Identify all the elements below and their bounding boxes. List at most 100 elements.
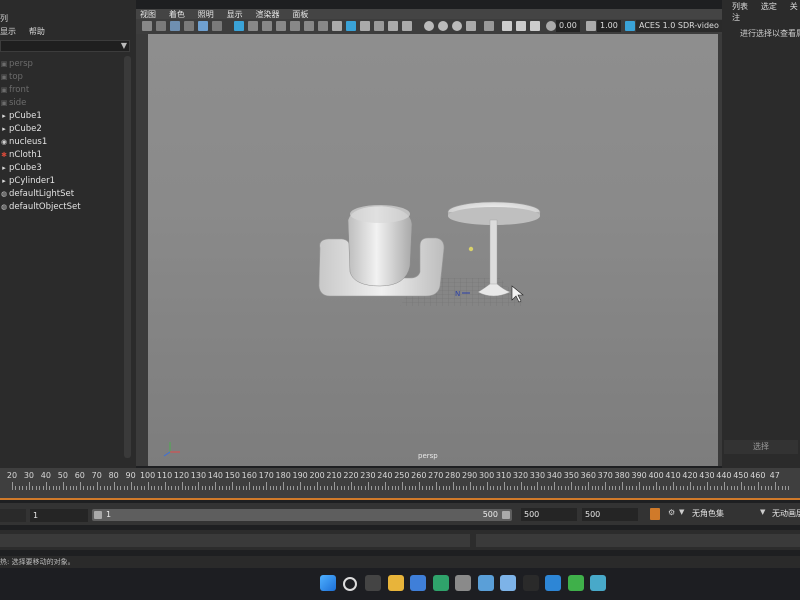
animation-layer-dropdown[interactable]: 无动画层: [772, 508, 800, 519]
time-slider[interactable]: 20 30 40 50 60 70 80 90 100 110 120 130 140 150 160 170…: [0, 468, 800, 498]
viewport-frame-left: [136, 34, 148, 466]
settings-icon[interactable]: [455, 575, 471, 591]
menu-lighting[interactable]: 照明: [198, 10, 214, 19]
ambient-occlusion-icon[interactable]: [424, 21, 434, 31]
range-start-field[interactable]: 1: [30, 509, 88, 522]
xray-joints-icon[interactable]: [516, 21, 526, 31]
menu-renderer[interactable]: 渲染器: [256, 10, 280, 19]
outliner-item[interactable]: ▣ front: [0, 84, 130, 97]
tab-selected[interactable]: 选定: [761, 2, 777, 11]
timeline-tick-mark: [727, 486, 729, 490]
chevron-down-icon[interactable]: ▼: [121, 41, 127, 50]
resolution-gate-icon[interactable]: [262, 21, 272, 31]
shadows-icon[interactable]: [402, 21, 412, 31]
backface-culling-icon[interactable]: [530, 21, 540, 31]
chevron-down-icon[interactable]: ▼: [679, 508, 684, 516]
2d-pan-zoom-icon[interactable]: [212, 21, 222, 31]
exposure-field[interactable]: 0.00: [556, 20, 580, 32]
outliner-item[interactable]: ▣ persp: [0, 58, 130, 71]
timeline-tick-mark: [513, 486, 515, 490]
menu-help[interactable]: 帮助: [29, 27, 45, 36]
character-set-dropdown[interactable]: 无角色集: [692, 508, 724, 519]
bookmark-icon[interactable]: [170, 21, 180, 31]
menu-panels[interactable]: 面板: [292, 10, 308, 19]
safe-action-icon[interactable]: [304, 21, 314, 31]
menu-view[interactable]: 视图: [140, 10, 156, 19]
manipulator-label: N: [455, 290, 460, 298]
range-handle-right[interactable]: [502, 511, 510, 519]
app-icon[interactable]: [522, 575, 539, 591]
anti-aliasing-icon[interactable]: [452, 21, 462, 31]
character-set-icon[interactable]: ⚙: [668, 508, 675, 517]
wireframe-icon[interactable]: [332, 21, 342, 31]
view-transform-dropdown[interactable]: ACES 1.0 SDR-video (sl: [636, 20, 726, 32]
film-gate-icon[interactable]: [248, 21, 258, 31]
outliner-item[interactable]: ▸ pCube1: [0, 110, 130, 123]
isolate-select-icon[interactable]: [484, 21, 494, 31]
timeline-tick-label: 350: [563, 471, 579, 480]
file-explorer-icon[interactable]: [387, 575, 404, 591]
store-icon[interactable]: [410, 575, 426, 591]
image-plane-icon[interactable]: [184, 21, 194, 31]
range-slider-track[interactable]: 1 500: [92, 509, 512, 521]
grid-icon[interactable]: [234, 21, 244, 31]
camera-attributes-icon[interactable]: [156, 21, 166, 31]
select-button[interactable]: 选择: [724, 440, 798, 454]
tab-list[interactable]: 列表: [732, 2, 748, 11]
wireframe-on-shaded-icon[interactable]: [360, 21, 370, 31]
command-input[interactable]: [0, 534, 470, 547]
auto-key-icon[interactable]: [650, 508, 660, 520]
menu-show[interactable]: 显示: [227, 10, 243, 19]
menu-display[interactable]: 显示: [0, 27, 16, 36]
playback-start-field[interactable]: [0, 509, 26, 522]
timeline-tick-mark: [493, 486, 495, 490]
gamma-field[interactable]: 1.00: [597, 20, 621, 32]
timeline-tick-mark: [479, 486, 481, 490]
maya-icon[interactable]: [590, 575, 606, 591]
outliner-item[interactable]: ▸ pCube2: [0, 123, 130, 136]
wechat-icon[interactable]: [567, 575, 584, 591]
range-handle-left[interactable]: [94, 511, 102, 519]
outliner-item[interactable]: ✱ nCloth1: [0, 149, 130, 162]
task-view-icon[interactable]: [365, 575, 381, 591]
depth-of-field-icon[interactable]: [466, 21, 476, 31]
outliner-scrollbar[interactable]: [124, 56, 131, 458]
outliner-item[interactable]: ▣ top: [0, 71, 130, 84]
3d-viewport[interactable]: N: [148, 34, 718, 466]
outliner-item[interactable]: ◉ nucleus1: [0, 136, 130, 149]
timeline-tick-mark: [649, 486, 651, 490]
photos-icon[interactable]: [477, 575, 494, 591]
pen-icon[interactable]: [545, 575, 561, 591]
motion-blur-icon[interactable]: [438, 21, 448, 31]
xray-icon[interactable]: [502, 21, 512, 31]
exposure-icon[interactable]: [546, 21, 556, 31]
cloud-icon[interactable]: [500, 575, 516, 591]
field-chart-icon[interactable]: [290, 21, 300, 31]
menu-shading[interactable]: 着色: [169, 10, 185, 19]
grease-pencil-icon[interactable]: [198, 21, 208, 31]
windows-start-icon[interactable]: [320, 575, 336, 591]
outliner-item[interactable]: ▣ side: [0, 97, 130, 110]
outliner-item[interactable]: ◍ defaultLightSet: [0, 188, 130, 201]
outliner-search-input[interactable]: ▼: [0, 40, 130, 52]
safe-title-icon[interactable]: [318, 21, 328, 31]
chevron-down-icon[interactable]: ▼: [760, 508, 765, 516]
outliner-item[interactable]: ▸ pCylinder1: [0, 175, 130, 188]
outliner-item[interactable]: ▸ pCube3: [0, 162, 130, 175]
range-end-field[interactable]: 500: [521, 508, 577, 521]
lights-icon[interactable]: [388, 21, 398, 31]
timeline-tick-mark: [127, 486, 129, 490]
search-icon[interactable]: [342, 577, 357, 591]
outliner-item[interactable]: ◍ defaultObjectSet: [0, 201, 130, 214]
edge-icon[interactable]: [432, 575, 449, 591]
animation-end-field[interactable]: 500: [582, 508, 638, 521]
gamma-icon[interactable]: [586, 21, 596, 31]
timeline-tick-mark: [767, 486, 769, 490]
camera-icon[interactable]: [142, 21, 152, 31]
timeline-tick-label: 210: [326, 471, 342, 480]
textured-icon[interactable]: [374, 21, 384, 31]
gate-mask-icon[interactable]: [276, 21, 286, 31]
color-management-icon[interactable]: [625, 21, 635, 31]
smooth-shade-icon[interactable]: [346, 21, 356, 31]
channel-box-panel: 列表 选定 关注 进行选择以查看属 选择: [722, 0, 800, 470]
